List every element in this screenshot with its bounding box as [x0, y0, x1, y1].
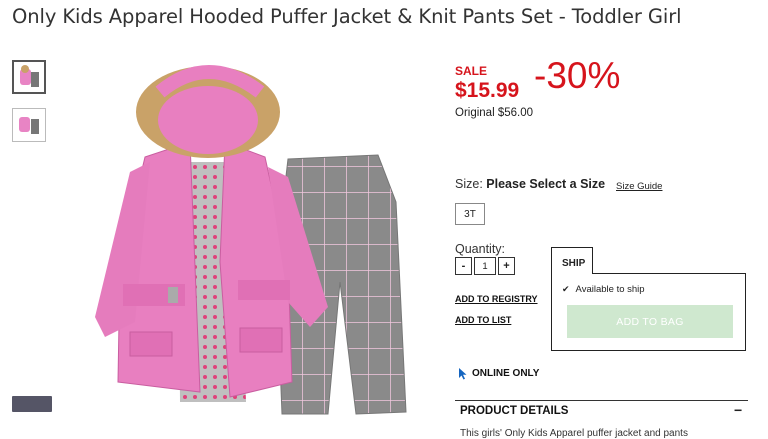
size-prompt: Please Select a Size — [486, 177, 606, 191]
quantity-increase-button[interactable]: + — [498, 257, 515, 275]
size-guide-link[interactable]: Size Guide — [616, 181, 662, 192]
check-icon: ✔ — [562, 284, 570, 294]
online-only-label: ONLINE ONLY — [472, 368, 540, 379]
discount-percent: -30% — [534, 55, 621, 96]
thumbnail-image — [20, 65, 39, 87]
add-to-registry-link[interactable]: ADD TO REGISTRY — [455, 294, 538, 304]
cursor-arrow-icon — [459, 368, 467, 380]
thumbnail-1[interactable] — [12, 60, 46, 94]
thumbnail-2[interactable] — [12, 108, 46, 142]
thumbnail-image — [19, 117, 39, 134]
quantity-decrease-button[interactable]: - — [455, 257, 472, 275]
size-label: Size: — [455, 177, 483, 191]
sale-label: SALE — [455, 64, 488, 78]
quantity-label: Quantity: — [455, 242, 506, 256]
product-details-heading[interactable]: PRODUCT DETAILS — [460, 405, 568, 417]
availability-text: Available to ship — [575, 284, 645, 295]
details-divider — [455, 400, 748, 401]
thumbnail-3[interactable] — [12, 396, 52, 412]
product-image — [95, 65, 407, 415]
size-option-3t[interactable]: 3T — [455, 203, 485, 225]
availability: ✔ Available to ship — [562, 284, 645, 295]
tab-ship[interactable]: SHIP — [551, 247, 593, 274]
online-only: ONLINE ONLY — [458, 367, 539, 380]
size-row: Size: Please Select a Size — [455, 177, 605, 191]
add-to-list-link[interactable]: ADD TO LIST — [455, 315, 511, 325]
quantity-stepper: - 1 + — [455, 257, 517, 275]
product-title: Only Kids Apparel Hooded Puffer Jacket &… — [12, 5, 682, 28]
sale-price: $15.99 — [455, 79, 520, 102]
add-to-bag-button[interactable]: ADD TO BAG — [567, 305, 733, 338]
product-details-text: This girls' Only Kids Apparel puffer jac… — [460, 428, 688, 439]
quantity-input[interactable]: 1 — [474, 257, 496, 275]
original-price: Original $56.00 — [455, 107, 533, 119]
collapse-icon[interactable]: − — [734, 402, 742, 418]
ship-panel: ✔ Available to ship ADD TO BAG — [551, 273, 746, 351]
